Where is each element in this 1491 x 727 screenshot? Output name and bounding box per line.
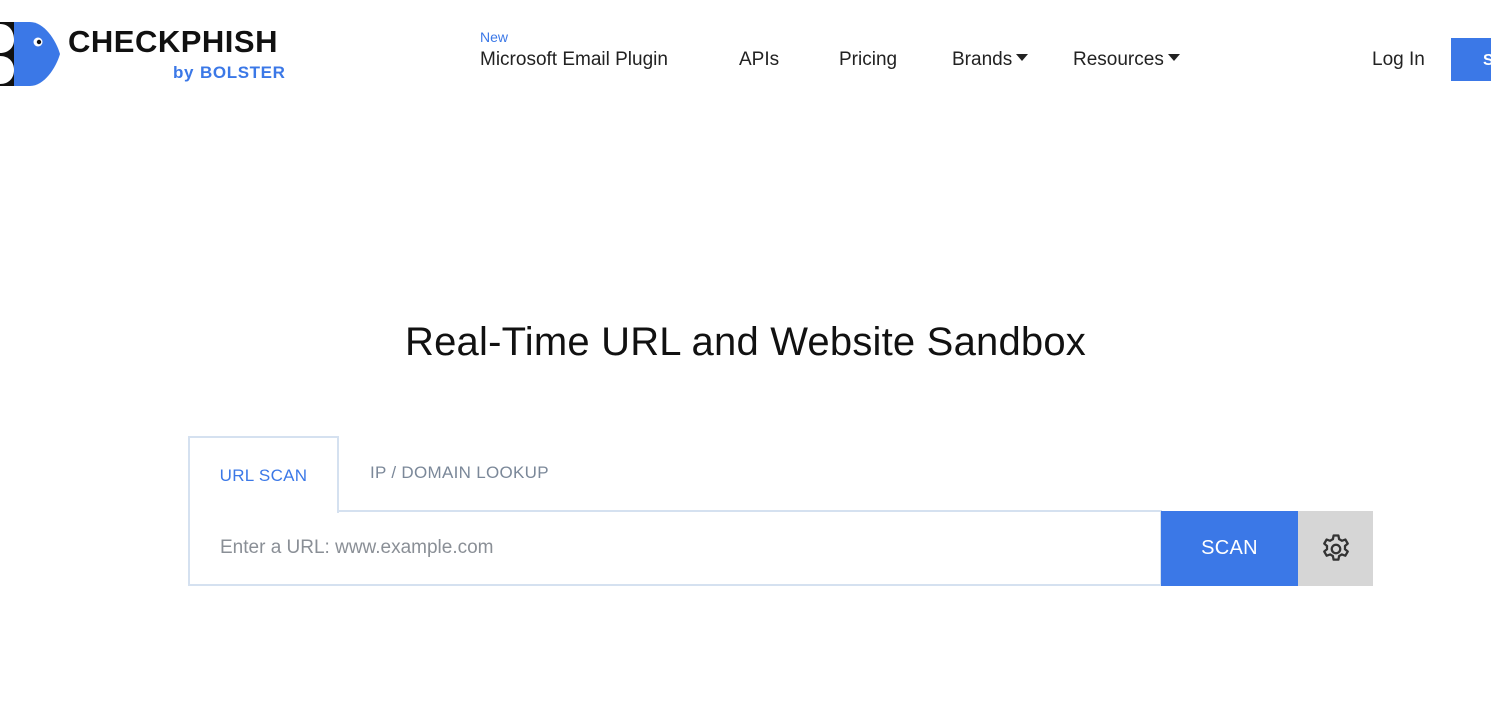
gear-icon: [1322, 533, 1349, 561]
login-link[interactable]: Log In: [1372, 48, 1425, 72]
caret-down-icon: [1016, 54, 1029, 61]
brand-name: CHECKPHISH: [68, 24, 278, 59]
brand-sub-name: BOLSTER: [200, 63, 286, 82]
nav-item-label: Brands: [952, 49, 1013, 70]
new-badge: New: [480, 29, 509, 45]
nav-apis[interactable]: APIs: [739, 48, 779, 72]
caret-down-icon: [1167, 54, 1180, 61]
scan-form: SCAN: [188, 510, 1373, 586]
url-input[interactable]: [188, 510, 1162, 586]
nav-item-label: Resources: [1073, 49, 1164, 70]
nav-microsoft-email-plugin[interactable]: Microsoft Email Plugin: [480, 48, 668, 72]
scan-settings-button[interactable]: [1298, 511, 1373, 586]
nav-item-label: Microsoft Email Plugin: [480, 49, 668, 70]
brand-sub: by BOLSTER: [173, 63, 285, 83]
signup-button[interactable]: S: [1451, 38, 1491, 81]
brand-by: by: [173, 63, 195, 82]
nav-brands-dropdown[interactable]: Brands: [952, 48, 1029, 72]
site-header: CHECKPHISH by BOLSTER New Microsoft Email…: [0, 0, 1491, 110]
checkphish-logo[interactable]: CHECKPHISH by BOLSTER: [0, 22, 310, 88]
nav-item-label: Pricing: [839, 49, 898, 70]
nav-pricing[interactable]: Pricing: [839, 48, 897, 72]
nav-resources-dropdown[interactable]: Resources: [1073, 48, 1180, 72]
scan-button[interactable]: SCAN: [1161, 511, 1298, 586]
scan-tabs: URL SCAN IP / DOMAIN LOOKUP: [188, 436, 1373, 513]
tab-ip-domain-lookup[interactable]: IP / DOMAIN LOOKUP: [370, 436, 549, 512]
nav-item-label: APIs: [739, 49, 780, 70]
fish-logo-icon: [0, 22, 60, 86]
tab-url-scan[interactable]: URL SCAN: [188, 436, 339, 513]
page-title: Real-Time URL and Website Sandbox: [405, 320, 1086, 364]
